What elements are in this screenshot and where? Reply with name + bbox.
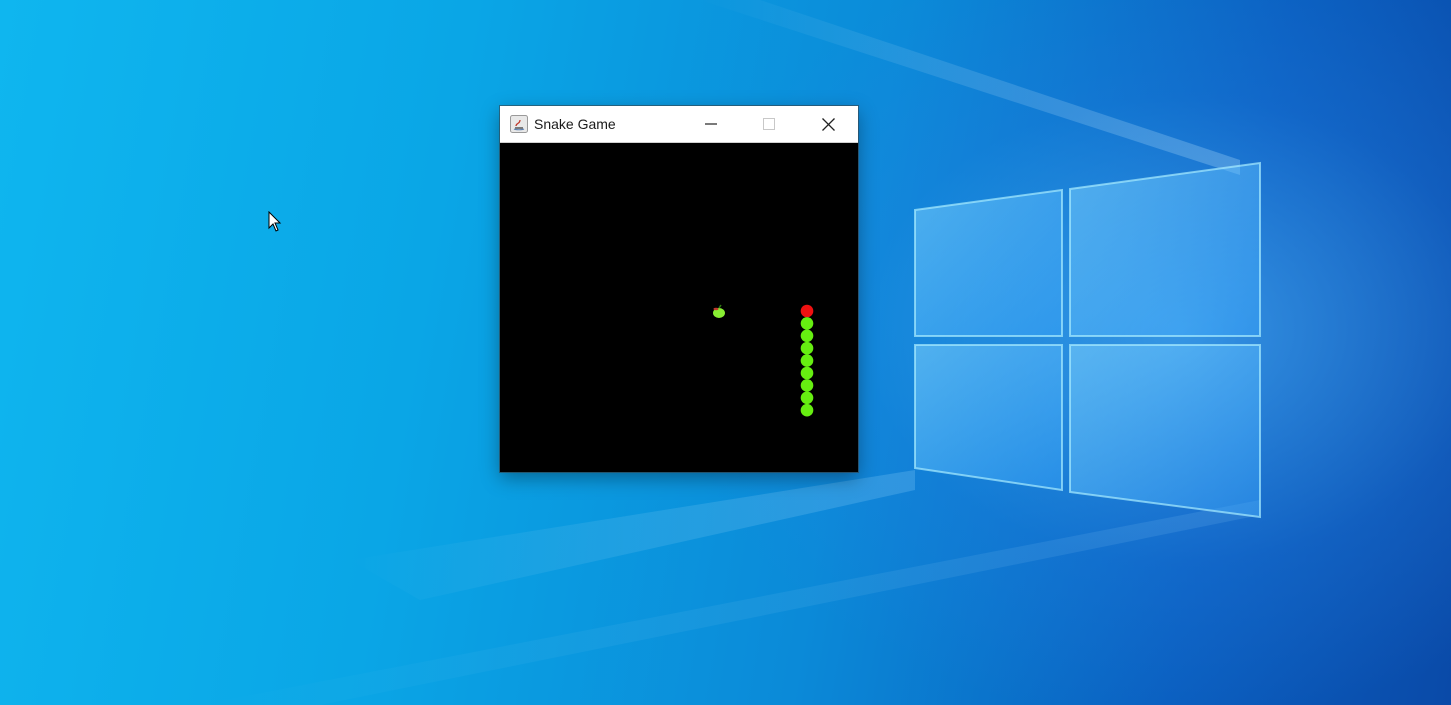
close-button[interactable] xyxy=(805,106,851,142)
snake-body-segment xyxy=(800,329,814,343)
snake xyxy=(800,304,814,417)
snake-body-segment xyxy=(800,366,814,380)
snake-body-segment xyxy=(800,317,814,330)
snake-body-segment xyxy=(800,379,814,392)
apple-leaf xyxy=(713,307,719,311)
desktop-background: Snake Game xyxy=(0,0,1451,705)
window-title: Snake Game xyxy=(534,116,616,132)
close-icon xyxy=(821,117,835,131)
snake-head xyxy=(800,304,814,318)
mouse-cursor-icon xyxy=(268,211,282,232)
java-app-icon xyxy=(510,115,528,133)
minimize-icon xyxy=(705,123,717,125)
game-board[interactable] xyxy=(500,143,858,472)
snake-body-segment xyxy=(800,403,814,417)
snake-body-segment xyxy=(800,354,814,367)
snake-body-segment xyxy=(800,391,814,405)
minimize-button[interactable] xyxy=(688,106,734,142)
title-bar[interactable]: Snake Game xyxy=(500,106,858,143)
maximize-icon xyxy=(763,118,775,130)
snake-game-window[interactable]: Snake Game xyxy=(500,106,858,472)
snake-body-segment xyxy=(800,341,814,355)
maximize-button[interactable] xyxy=(746,106,792,142)
